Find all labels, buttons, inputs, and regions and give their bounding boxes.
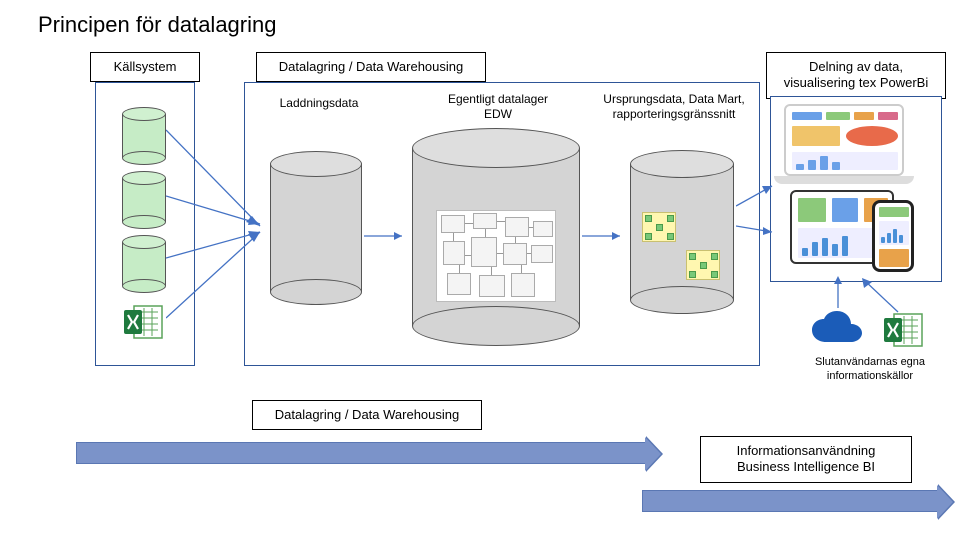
bottom-bi-label: Informationsanvändning Business Intellig… [700,436,912,483]
mart-star-thumb [642,212,724,284]
user-excel-icon [884,312,924,348]
onedrive-icon [808,310,866,350]
page-title: Principen för datalagring [38,12,276,38]
warehouse-text: Datalagring / Data Warehousing [279,59,464,74]
source-db-3 [122,242,166,286]
delivery-label: Delning av data, visualisering tex Power… [766,52,946,99]
source-excel-icon [124,304,164,340]
source-db-1 [122,114,166,158]
staging-sublabel: Laddningsdata [264,96,374,111]
delivery-text-2: visualisering tex PowerBi [784,75,929,90]
source-systems-text: Källsystem [114,59,177,74]
source-db-2 [122,178,166,222]
staging-cylinder [270,164,362,292]
edw-schema-thumb [436,210,556,302]
warehouse-label: Datalagring / Data Warehousing [256,52,486,82]
delivery-text-1: Delning av data, [809,59,903,74]
mart-sublabel: Ursprungsdata, Data Mart, rapporteringsg… [594,92,754,122]
bottom-dw-arrow [76,442,646,464]
source-systems-label: Källsystem [90,52,200,82]
bottom-bi-arrow [642,490,938,512]
edw-sublabel: Egentligt datalager EDW [428,92,568,122]
bottom-dw-label: Datalagring / Data Warehousing [252,400,482,430]
enduser-sources-caption: Slutanvändarnas egna informationskällor [800,356,940,384]
